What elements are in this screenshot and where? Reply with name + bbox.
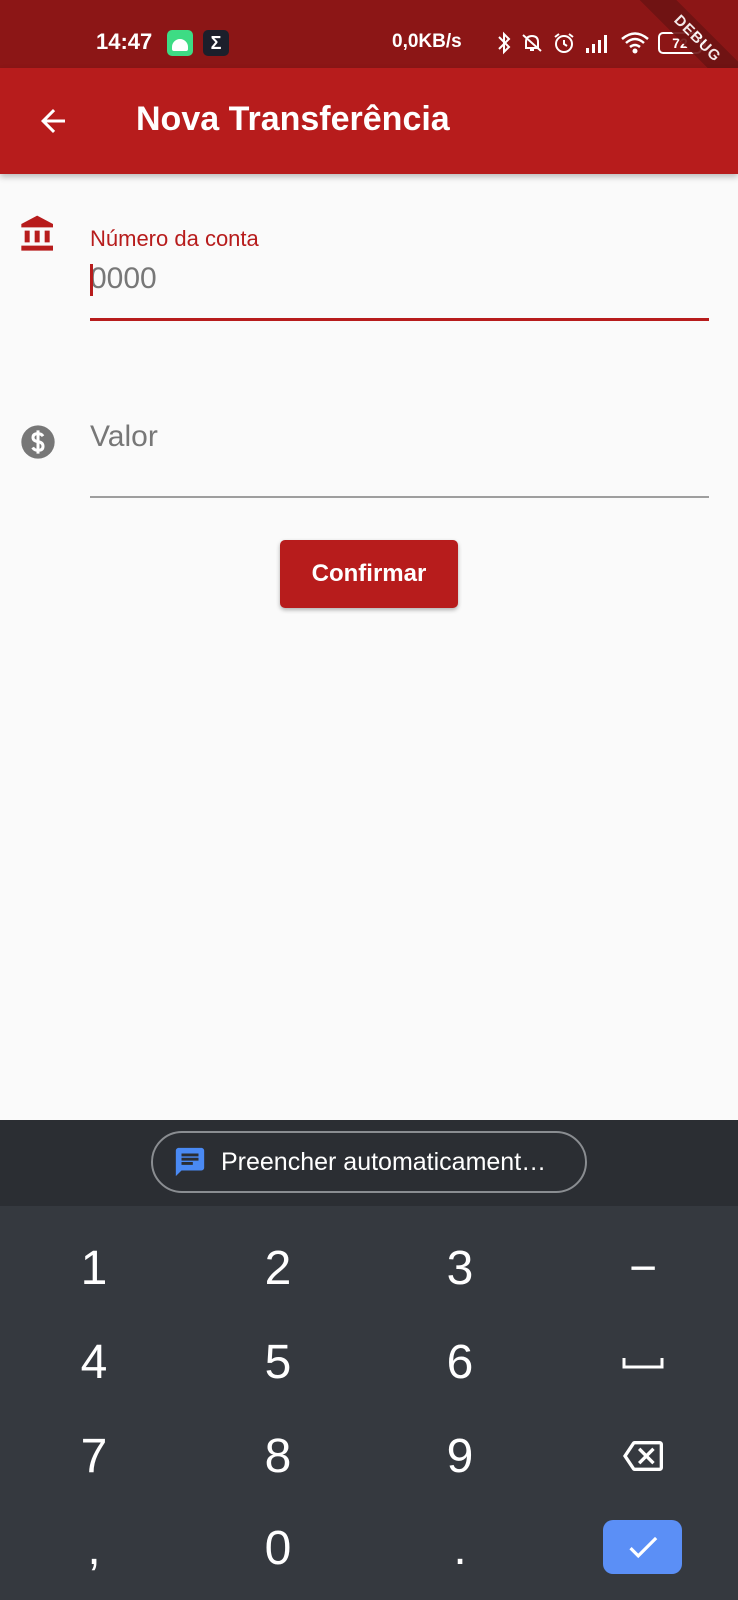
key-6[interactable]: 6 (400, 1322, 520, 1402)
key-9[interactable]: 9 (400, 1416, 520, 1496)
autofill-label: Preencher automaticament… (221, 1147, 547, 1176)
key-period[interactable]: . (400, 1508, 520, 1588)
check-icon (628, 1536, 657, 1559)
arrow-back-icon (41, 109, 65, 133)
alarm-icon (554, 33, 574, 53)
account-number-input[interactable]: 0000 (90, 262, 157, 296)
dollar-icon (21, 425, 55, 459)
network-speed: 0,0KB/s (392, 31, 462, 52)
app-bar: Nova Transferência (0, 68, 738, 174)
android-icon (167, 30, 193, 56)
back-button[interactable] (28, 96, 78, 146)
key-minus[interactable]: − (583, 1228, 703, 1308)
wifi-icon (621, 32, 649, 54)
status-icons: 72 (496, 31, 706, 55)
key-5[interactable]: 5 (218, 1322, 338, 1402)
value-input[interactable]: Valor (90, 420, 158, 454)
bank-icon (21, 215, 53, 251)
key-0[interactable]: 0 (218, 1508, 338, 1588)
autofill-bar: Preencher automaticament… (0, 1120, 738, 1206)
value-field-underline (90, 496, 709, 498)
key-backspace[interactable] (583, 1416, 703, 1496)
space-icon (622, 1358, 664, 1369)
notifications-off-icon (522, 34, 542, 52)
key-4[interactable]: 4 (34, 1322, 154, 1402)
key-space[interactable] (583, 1322, 703, 1402)
account-field-underline (90, 318, 709, 321)
autofill-chip[interactable]: Preencher automaticament… (151, 1131, 587, 1193)
key-7[interactable]: 7 (34, 1416, 154, 1496)
sigma-icon: Σ (203, 30, 229, 56)
numeric-keyboard: 1 2 3 − 4 5 6 7 8 9 , 0 . (0, 1206, 738, 1600)
message-icon (175, 1147, 205, 1177)
key-3[interactable]: 3 (400, 1228, 520, 1308)
account-field-label: Número da conta (90, 226, 259, 251)
status-time: 14:47 (96, 29, 153, 54)
signal-icon (586, 35, 607, 53)
key-comma[interactable]: , (34, 1508, 154, 1588)
key-1[interactable]: 1 (34, 1228, 154, 1308)
key-enter[interactable] (603, 1520, 682, 1574)
text-cursor (90, 264, 93, 296)
key-2[interactable]: 2 (218, 1228, 338, 1308)
key-8[interactable]: 8 (218, 1416, 338, 1496)
status-bar: 14:47 Σ 0,0KB/s 72 (0, 0, 738, 68)
page-title: Nova Transferência (136, 100, 450, 138)
backspace-icon (623, 1441, 663, 1471)
confirm-button[interactable]: Confirmar (280, 540, 458, 608)
bluetooth-icon (498, 31, 511, 55)
